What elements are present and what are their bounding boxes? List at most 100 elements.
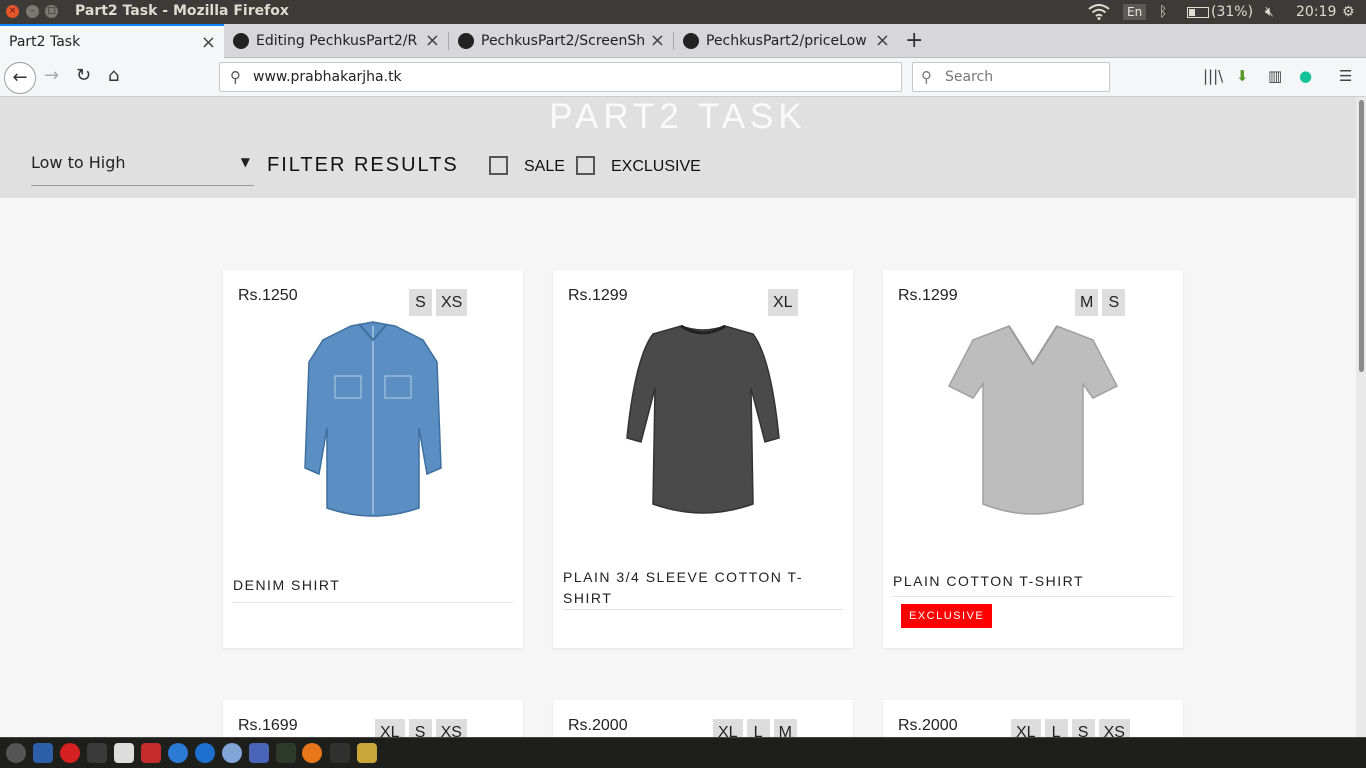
tab-label: Part2 Task bbox=[9, 34, 81, 50]
github-icon bbox=[233, 33, 249, 49]
github-icon bbox=[458, 33, 474, 49]
sidebar-icon[interactable]: ▥ bbox=[1268, 67, 1282, 85]
bluetooth-icon[interactable]: ᛒ bbox=[1159, 0, 1167, 24]
terminal-icon[interactable] bbox=[87, 743, 107, 763]
divider bbox=[563, 609, 843, 610]
close-icon[interactable]: × bbox=[875, 30, 890, 51]
tab-label: Editing PechkusPart2/R bbox=[256, 33, 418, 49]
search-input[interactable]: ⚲ Search bbox=[912, 62, 1110, 92]
product-name: DENIM SHIRT bbox=[233, 577, 341, 593]
search-placeholder: Search bbox=[945, 69, 994, 85]
exclusive-label: EXCLUSIVE bbox=[611, 158, 701, 175]
editor-icon[interactable] bbox=[249, 743, 269, 763]
power-gear-icon[interactable]: ⚙ bbox=[1342, 0, 1355, 24]
product-card[interactable]: Rs.1299 M S PLAIN COTTON T-SHIRT EXCLUSI… bbox=[883, 270, 1183, 648]
grey-tshirt-image bbox=[947, 325, 1119, 515]
size-list: M S bbox=[1075, 289, 1126, 316]
menu-icon[interactable]: ☰ bbox=[1339, 67, 1352, 85]
product-card[interactable]: Rs.2000 XL L M bbox=[553, 700, 853, 746]
sort-select[interactable]: Low to High ▼ bbox=[31, 152, 254, 186]
chromium-icon[interactable] bbox=[222, 743, 242, 763]
window-close-button[interactable]: × bbox=[6, 5, 19, 18]
navigation-bar: ← → ↻ ⌂ ⚲ www.prabhakarjha.tk ⚲ Search |… bbox=[0, 58, 1366, 97]
home-button[interactable]: ⌂ bbox=[108, 65, 119, 86]
reload-button[interactable]: ↻ bbox=[76, 65, 91, 86]
size-list: XL bbox=[768, 289, 798, 316]
divider bbox=[893, 596, 1173, 597]
product-price: Rs.1250 bbox=[238, 287, 298, 304]
size-tag: XL bbox=[768, 289, 798, 316]
back-button[interactable]: ← bbox=[4, 62, 36, 94]
tab-label: PechkusPart2/ScreenSh bbox=[481, 33, 646, 49]
product-price: Rs.1299 bbox=[898, 287, 958, 304]
sale-checkbox[interactable] bbox=[489, 156, 508, 175]
product-price: Rs.1699 bbox=[238, 717, 298, 734]
battery-icon bbox=[1187, 6, 1209, 18]
browser-icon[interactable] bbox=[195, 743, 215, 763]
tab-screenshots[interactable]: PechkusPart2/ScreenSh × bbox=[449, 24, 673, 58]
library-icon[interactable]: |||\ bbox=[1203, 67, 1223, 85]
product-name: PLAIN COTTON T-SHIRT bbox=[893, 573, 1085, 589]
scrollbar-thumb[interactable] bbox=[1359, 100, 1364, 372]
desktop-icon[interactable] bbox=[33, 743, 53, 763]
window-maximize-button[interactable]: □ bbox=[45, 5, 58, 18]
github-icon bbox=[683, 33, 699, 49]
forward-button[interactable]: → bbox=[44, 65, 59, 86]
dark-tshirt-image bbox=[626, 324, 780, 514]
url-text: www.prabhakarjha.tk bbox=[253, 69, 402, 85]
denim-shirt-image bbox=[304, 321, 442, 517]
exclusive-badge: EXCLUSIVE bbox=[901, 604, 993, 628]
search-icon: ⚲ bbox=[921, 68, 932, 86]
tab-part2-task[interactable]: Part2 Task × bbox=[0, 24, 224, 58]
product-name: PLAIN 3/4 SLEEVE COTTON T-SHIRT bbox=[563, 569, 803, 606]
wifi-icon[interactable] bbox=[1088, 0, 1110, 24]
new-tab-button[interactable]: + bbox=[905, 28, 923, 53]
size-tag: S bbox=[1102, 289, 1126, 316]
close-icon[interactable]: × bbox=[650, 30, 665, 51]
size-tag: S bbox=[409, 289, 432, 316]
tab-label: PechkusPart2/priceLow bbox=[706, 33, 867, 49]
battery-percent: (31%) bbox=[1211, 4, 1254, 20]
volume-muted-icon[interactable]: 🔇︎ bbox=[1265, 0, 1274, 24]
opera-icon[interactable] bbox=[60, 743, 80, 763]
close-icon[interactable]: × bbox=[201, 32, 216, 53]
battery-indicator[interactable]: (31%) bbox=[1187, 0, 1253, 24]
dropdown-arrow-icon: ▼ bbox=[240, 155, 250, 169]
taskbar bbox=[0, 737, 1366, 768]
size-list: S XS bbox=[409, 289, 468, 316]
window-minimize-button[interactable]: – bbox=[26, 5, 39, 18]
url-bar[interactable]: ⚲ www.prabhakarjha.tk bbox=[219, 62, 902, 92]
files-icon[interactable] bbox=[114, 743, 134, 763]
divider bbox=[233, 602, 513, 603]
language-indicator[interactable]: En bbox=[1123, 4, 1147, 20]
archive-icon[interactable] bbox=[357, 743, 377, 763]
sort-select-value: Low to High bbox=[31, 153, 126, 172]
product-price: Rs.2000 bbox=[898, 717, 958, 734]
clock[interactable]: 20:19 bbox=[1296, 4, 1336, 20]
product-card[interactable]: Rs.1250 S XS DENIM SHIRT bbox=[223, 270, 523, 648]
download-extension-icon[interactable]: ⬇ bbox=[1236, 67, 1249, 85]
app-store-icon[interactable] bbox=[168, 743, 188, 763]
product-card[interactable]: Rs.2000 XL L S XS bbox=[883, 700, 1183, 746]
page-header: PART2 TASK Low to High ▼ FILTER RESULTS … bbox=[0, 97, 1356, 198]
tab-strip: Part2 Task × Editing PechkusPart2/R × Pe… bbox=[0, 24, 1366, 58]
grammarly-icon[interactable]: ● bbox=[1299, 67, 1312, 85]
close-icon[interactable]: × bbox=[425, 30, 440, 51]
window-title: Part2 Task - Mozilla Firefox bbox=[75, 3, 289, 19]
size-tag: M bbox=[1075, 289, 1099, 316]
firefox-icon[interactable] bbox=[302, 743, 322, 763]
product-card[interactable]: Rs.1299 XL PLAIN 3/4 SLEEVE COTTON T-SHI… bbox=[553, 270, 853, 648]
monitor-icon[interactable] bbox=[276, 743, 296, 763]
search-icon: ⚲ bbox=[230, 68, 241, 86]
sale-label: SALE bbox=[524, 158, 565, 175]
settings-gear-icon[interactable] bbox=[6, 743, 26, 763]
product-card[interactable]: Rs.1699 XL S XS bbox=[223, 700, 523, 746]
filter-results-label: FILTER RESULTS bbox=[267, 154, 459, 176]
tab-pricelow[interactable]: PechkusPart2/priceLow × bbox=[674, 24, 898, 58]
video-icon[interactable] bbox=[141, 743, 161, 763]
exclusive-checkbox[interactable] bbox=[576, 156, 595, 175]
console-icon[interactable] bbox=[330, 743, 350, 763]
product-price: Rs.2000 bbox=[568, 717, 628, 734]
tab-editing-pechkuspart2[interactable]: Editing PechkusPart2/R × bbox=[224, 24, 448, 58]
size-tag: XS bbox=[436, 289, 468, 316]
